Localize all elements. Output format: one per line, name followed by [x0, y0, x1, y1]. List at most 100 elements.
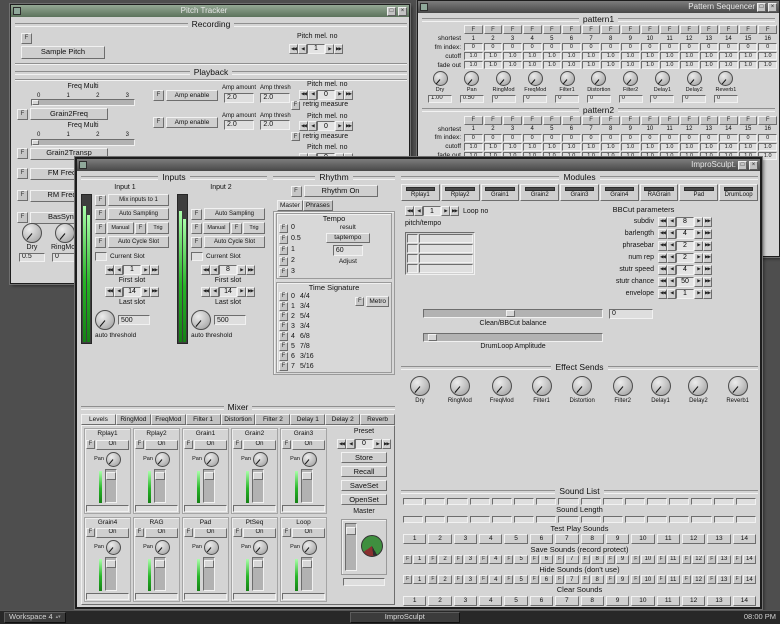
strip-level-slider[interactable] [252, 469, 264, 503]
pattern-knob[interactable] [655, 71, 670, 86]
manual-f-toggle[interactable]: F [95, 223, 106, 234]
timesig-f-toggle[interactable]: F [279, 302, 288, 311]
spinner-value[interactable]: 14 [219, 287, 237, 297]
send-knob[interactable] [651, 376, 671, 396]
improsculpt-titlebar[interactable]: ImproSculpt. □ × [77, 159, 760, 171]
spinner-value[interactable]: 2 [676, 241, 694, 251]
step-up-icon[interactable]: ▶ [694, 253, 703, 263]
step-up-fast-icon[interactable]: ▶▶ [703, 289, 712, 299]
close-icon[interactable]: × [398, 7, 407, 16]
step-toggle[interactable]: F [601, 116, 620, 125]
tempo-f-toggle[interactable]: F [279, 224, 288, 233]
spinner-value[interactable]: 4 [676, 265, 694, 275]
strip-on-button[interactable]: On [243, 528, 276, 538]
clear-sound-button[interactable]: 11 [657, 596, 680, 606]
step-down-icon[interactable]: ◀ [667, 289, 676, 299]
cutoff-value[interactable]: 1.0 [582, 52, 601, 60]
timesig-f-toggle[interactable]: F [279, 312, 288, 321]
test-play-button[interactable]: 12 [682, 534, 705, 544]
clear-sound-button[interactable]: 13 [707, 596, 730, 606]
cutoff-value[interactable]: 1.0 [484, 52, 503, 60]
module-button[interactable]: Grain4 [600, 184, 639, 201]
step-toggle[interactable]: F [562, 25, 581, 34]
clear-sound-button[interactable]: 14 [733, 596, 756, 606]
step-down-fast-icon[interactable]: ◀◀ [405, 206, 414, 216]
threshold-knob[interactable] [95, 310, 115, 330]
cutoff-value[interactable]: 1.0 [523, 52, 542, 60]
save-sound-button[interactable]: 4 [489, 555, 502, 564]
cutoff-value[interactable]: 1.0 [758, 52, 777, 60]
tab-phrases[interactable]: Phrases [303, 200, 333, 211]
save-f-toggle[interactable]: F [631, 555, 640, 564]
mixer-tab[interactable]: RingMod [116, 414, 151, 425]
step-toggle[interactable]: F [739, 25, 758, 34]
save-sound-button[interactable]: 2 [438, 555, 451, 564]
threshold-value[interactable]: 500 [118, 315, 150, 325]
step-toggle[interactable]: F [503, 116, 522, 125]
tempo-option-row[interactable]: F 3 [279, 268, 301, 277]
step-up-icon[interactable]: ▶ [325, 44, 334, 54]
module-button[interactable]: Rplay2 [441, 184, 480, 201]
strip-on-button[interactable]: On [194, 440, 227, 450]
hide-sound-button[interactable]: 5 [514, 575, 527, 584]
fm-index-value[interactable]: 0 [739, 134, 758, 142]
save-sound-button[interactable]: 3 [464, 555, 477, 564]
time-signature-row[interactable]: F 1 3/4 [279, 302, 351, 311]
time-signature-row[interactable]: F 5 7/8 [279, 342, 351, 351]
spinner-value[interactable]: 0 [355, 439, 373, 449]
step-toggle[interactable]: F [641, 25, 660, 34]
fm-index-value[interactable]: 0 [700, 43, 719, 51]
fm-index-value[interactable]: 0 [464, 134, 483, 142]
test-play-button[interactable]: 2 [428, 534, 451, 544]
mixer-tab[interactable]: Filter 1 [186, 414, 221, 425]
fm-freq-f-toggle[interactable]: F [17, 168, 28, 179]
save-f-toggle[interactable]: F [504, 555, 513, 564]
clear-sound-button[interactable]: 8 [581, 596, 604, 606]
step-down-fast-icon[interactable]: ◀◀ [658, 289, 667, 299]
openset-button[interactable]: OpenSet [341, 494, 387, 505]
save-f-toggle[interactable]: F [606, 555, 615, 564]
step-down-icon[interactable]: ◀ [667, 229, 676, 239]
cutoff-value[interactable]: 1.0 [621, 52, 640, 60]
strip-level-slider[interactable] [203, 469, 215, 503]
spinner-value[interactable]: 0 [317, 90, 335, 100]
cutoff-value[interactable]: 1.0 [464, 52, 483, 60]
tempo-f-toggle[interactable]: F [279, 246, 288, 255]
cutoff-value[interactable]: 1.0 [700, 52, 719, 60]
pattern-knob[interactable] [591, 71, 606, 86]
step-toggle[interactable]: F [719, 116, 738, 125]
last-slot-spinner[interactable]: ◀◀◀14▶▶▶ [105, 287, 159, 297]
fm-index-value[interactable]: 0 [484, 134, 503, 142]
test-play-button[interactable]: 1 [403, 534, 426, 544]
auto-sampling-button[interactable]: Auto Sampling [204, 208, 265, 220]
step-up-fast-icon[interactable]: ▶▶ [703, 277, 712, 287]
fade-out-value[interactable]: 1.0 [739, 61, 758, 69]
fm-index-value[interactable]: 0 [739, 43, 758, 51]
pattern-knob-value[interactable]: 0 [682, 95, 706, 103]
hide-sound-button[interactable]: 7 [565, 575, 578, 584]
step-up-icon[interactable]: ▶ [373, 439, 382, 449]
test-play-button[interactable]: 3 [454, 534, 477, 544]
fade-out-value[interactable]: 1.0 [621, 61, 640, 69]
fade-out-value[interactable]: 1.0 [523, 61, 542, 69]
timesig-f-toggle[interactable]: F [279, 292, 288, 301]
bbcut-param-spinner[interactable]: ◀◀ ◀ 4 ▶ ▶▶ [658, 265, 712, 275]
step-down-icon[interactable]: ◀ [114, 265, 123, 275]
step-down-icon[interactable]: ◀ [667, 241, 676, 251]
step-toggle[interactable]: F [621, 25, 640, 34]
bbcut-param-spinner[interactable]: ◀◀ ◀ 2 ▶ ▶▶ [658, 241, 712, 251]
test-play-button[interactable]: 11 [657, 534, 680, 544]
send-knob[interactable] [572, 376, 592, 396]
pan-knob[interactable] [204, 540, 219, 555]
test-play-button[interactable]: 5 [504, 534, 527, 544]
hide-f-toggle[interactable]: F [454, 575, 463, 584]
amplitude-slider[interactable] [423, 333, 603, 342]
strip-level-slider[interactable] [105, 557, 117, 591]
hide-sound-button[interactable]: 11 [667, 575, 680, 584]
trig-f-toggle[interactable]: F [231, 223, 242, 234]
module-button[interactable]: RAGrain [640, 184, 679, 201]
step-up-fast-icon[interactable]: ▶▶ [150, 265, 159, 275]
strip-f-toggle[interactable]: F [282, 528, 291, 537]
close-icon[interactable]: × [768, 3, 777, 12]
cutoff-value[interactable]: 1.0 [641, 52, 660, 60]
